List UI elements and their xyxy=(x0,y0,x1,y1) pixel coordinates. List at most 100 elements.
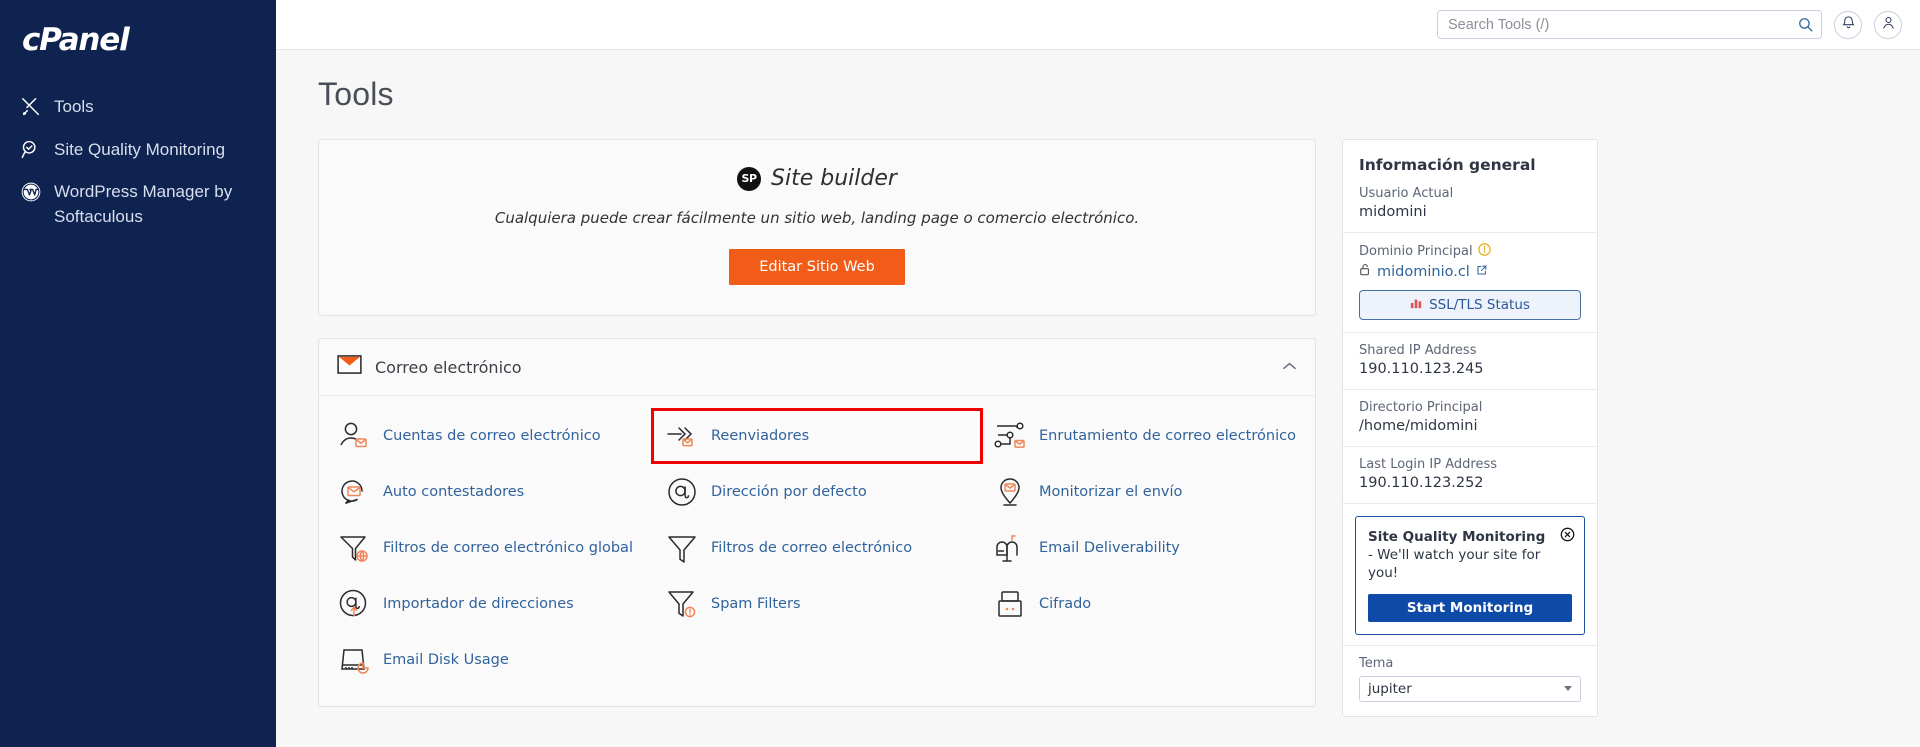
promo-text: Site Quality Monitoring - We'll watch yo… xyxy=(1368,528,1572,583)
tool-label: Filtros de correo electrónico global xyxy=(383,539,633,556)
shared-ip-label: Shared IP Address xyxy=(1359,343,1477,358)
current-user-value: midomini xyxy=(1359,204,1427,220)
tool-label: Email Disk Usage xyxy=(383,651,509,668)
tool-auto-contestadores[interactable]: Auto contestadores xyxy=(325,466,653,518)
tool-filtros-de-correo-electronico-global[interactable]: Filtros de correo electrónico global xyxy=(325,522,653,574)
tool-cuentas-de-correo-electronico[interactable]: Cuentas de correo electrónico xyxy=(325,410,653,462)
tool-label: Auto contestadores xyxy=(383,483,525,500)
general-info-card: Información general Usuario Actual midom… xyxy=(1342,139,1598,717)
tool-label: Reenviadores xyxy=(711,427,810,444)
ssl-tls-status-button[interactable]: SSL/TLS Status xyxy=(1359,290,1581,320)
sidebar-item-wordpress-manager[interactable]: WordPress Manager by Softaculous xyxy=(0,171,276,238)
tools-icon xyxy=(20,96,42,118)
wordpress-icon xyxy=(20,181,42,203)
theme-select[interactable]: jupiter xyxy=(1359,675,1581,702)
tool-label: Filtros de correo electrónico xyxy=(711,539,913,556)
global-filters-icon xyxy=(337,531,371,565)
site-quality-monitoring-promo: Site Quality Monitoring - We'll watch yo… xyxy=(1355,516,1585,635)
sidebar-item-site-quality-monitoring[interactable]: Site Quality Monitoring xyxy=(0,129,276,172)
tool-enrutamiento-de-correo-electronico[interactable]: Enrutamiento de correo electrónico xyxy=(981,410,1309,462)
primary-domain-link[interactable]: midominio.cl xyxy=(1359,263,1581,280)
tool-label: Cuentas de correo electrónico xyxy=(383,427,601,444)
primary-domain-row: Dominio Principal midominio.cl SSL/TLS S… xyxy=(1343,233,1597,333)
sidebar-item-tools[interactable]: Tools xyxy=(0,86,276,129)
email-filters-icon xyxy=(665,531,699,565)
home-directory-label: Directorio Principal xyxy=(1359,400,1483,415)
primary-domain-label: Dominio Principal xyxy=(1359,243,1581,260)
user-icon xyxy=(1881,15,1896,35)
tool-email-disk-usage[interactable]: Email Disk Usage xyxy=(325,634,653,686)
brand-logo[interactable]: cPanel xyxy=(0,0,276,66)
home-directory-row: Directorio Principal /home/midomini xyxy=(1343,390,1597,447)
shared-ip-value: 190.110.123.245 xyxy=(1359,361,1484,377)
unlocked-icon xyxy=(1359,263,1371,280)
envelope-icon xyxy=(337,355,362,379)
start-monitoring-button[interactable]: Start Monitoring xyxy=(1368,593,1572,622)
email-routing-icon xyxy=(993,419,1027,453)
bell-icon xyxy=(1841,15,1856,35)
shared-ip-row: Shared IP Address 190.110.123.245 xyxy=(1343,333,1597,390)
tool-spam-filters[interactable]: Spam Filters xyxy=(653,578,981,630)
tool-label: Dirección por defecto xyxy=(711,483,867,500)
sitepro-badge-icon: SP xyxy=(737,166,762,191)
notifications-button[interactable] xyxy=(1834,10,1862,39)
last-login-ip-label: Last Login IP Address xyxy=(1359,457,1497,472)
sidebar-nav: Tools Site Quality Monitoring WordPress … xyxy=(0,86,276,239)
email-group-title: Correo electrónico xyxy=(375,357,522,377)
theme-label: Tema xyxy=(1359,655,1394,671)
promo-title: Site Quality Monitoring xyxy=(1368,529,1546,545)
home-directory-value: /home/midomini xyxy=(1359,418,1478,434)
theme-row: Tema jupiter xyxy=(1343,644,1597,716)
search-input[interactable] xyxy=(1437,10,1822,39)
sidebar-item-label: WordPress Manager by Softaculous xyxy=(54,182,233,226)
primary-domain-label-text: Dominio Principal xyxy=(1359,244,1473,259)
chevron-up-icon[interactable] xyxy=(1282,358,1297,376)
tool-importador-de-direcciones[interactable]: Importador de direcciones xyxy=(325,578,653,630)
right-column: Información general Usuario Actual midom… xyxy=(1342,139,1598,717)
tool-filtros-de-correo-electronico[interactable]: Filtros de correo electrónico xyxy=(653,522,981,574)
account-button[interactable] xyxy=(1874,10,1902,39)
forwarders-icon xyxy=(665,419,699,453)
magnifier-check-icon xyxy=(20,139,42,161)
mailbox-icon xyxy=(993,531,1027,565)
bar-chart-icon xyxy=(1410,297,1422,313)
current-user-row: Usuario Actual midomini xyxy=(1343,176,1597,233)
tool-label: Monitorizar el envío xyxy=(1039,483,1183,500)
top-bar xyxy=(276,0,1920,50)
main-area: Tools SP Site builder Cualquiera puede c… xyxy=(276,0,1920,747)
left-column: SP Site builder Cualquiera puede crear f… xyxy=(318,139,1316,707)
email-tools-grid: Cuentas de correo electrónico Reenviador… xyxy=(319,396,1315,706)
site-builder-title-row: SP Site builder xyxy=(319,166,1315,191)
sidebar: cPanel Tools Site Quality Monitoring Wor… xyxy=(0,0,276,747)
edit-website-button[interactable]: Editar Sitio Web xyxy=(729,249,905,285)
spam-filters-icon xyxy=(665,587,699,621)
brand-logo-text: cPanel xyxy=(22,22,130,58)
default-address-icon xyxy=(665,475,699,509)
theme-value: jupiter xyxy=(1368,680,1412,697)
search-tools xyxy=(1437,10,1822,39)
site-builder-card: SP Site builder Cualquiera puede crear f… xyxy=(318,139,1316,316)
tool-monitorizar-el-envio[interactable]: Monitorizar el envío xyxy=(981,466,1309,518)
last-login-ip-value: 190.110.123.252 xyxy=(1359,475,1484,491)
external-link-icon xyxy=(1476,264,1487,280)
sidebar-item-label: Site Quality Monitoring xyxy=(54,139,226,159)
tool-label: Cifrado xyxy=(1039,595,1092,612)
cpanel-app: cPanel Tools Site Quality Monitoring Wor… xyxy=(0,0,1920,747)
tool-email-deliverability[interactable]: Email Deliverability xyxy=(981,522,1309,574)
autoresponders-icon xyxy=(337,475,371,509)
encryption-icon xyxy=(993,587,1027,621)
warning-icon[interactable] xyxy=(1477,243,1491,260)
tool-direccion-por-defecto[interactable]: Dirección por defecto xyxy=(653,466,981,518)
search-icon[interactable] xyxy=(1797,16,1814,38)
track-delivery-icon xyxy=(993,475,1027,509)
email-accounts-icon xyxy=(337,419,371,453)
site-builder-description: Cualquiera puede crear fácilmente un sit… xyxy=(494,209,1140,227)
email-group-header[interactable]: Correo electrónico xyxy=(319,339,1315,396)
tool-reenviadores[interactable]: Reenviadores xyxy=(651,408,983,464)
page-title: Tools xyxy=(318,76,394,112)
general-info-heading: Información general xyxy=(1359,156,1536,174)
address-importer-icon xyxy=(337,587,371,621)
tool-label: Importador de direcciones xyxy=(383,595,574,612)
close-circle-icon[interactable] xyxy=(1560,527,1575,547)
tool-cifrado[interactable]: Cifrado xyxy=(981,578,1309,630)
